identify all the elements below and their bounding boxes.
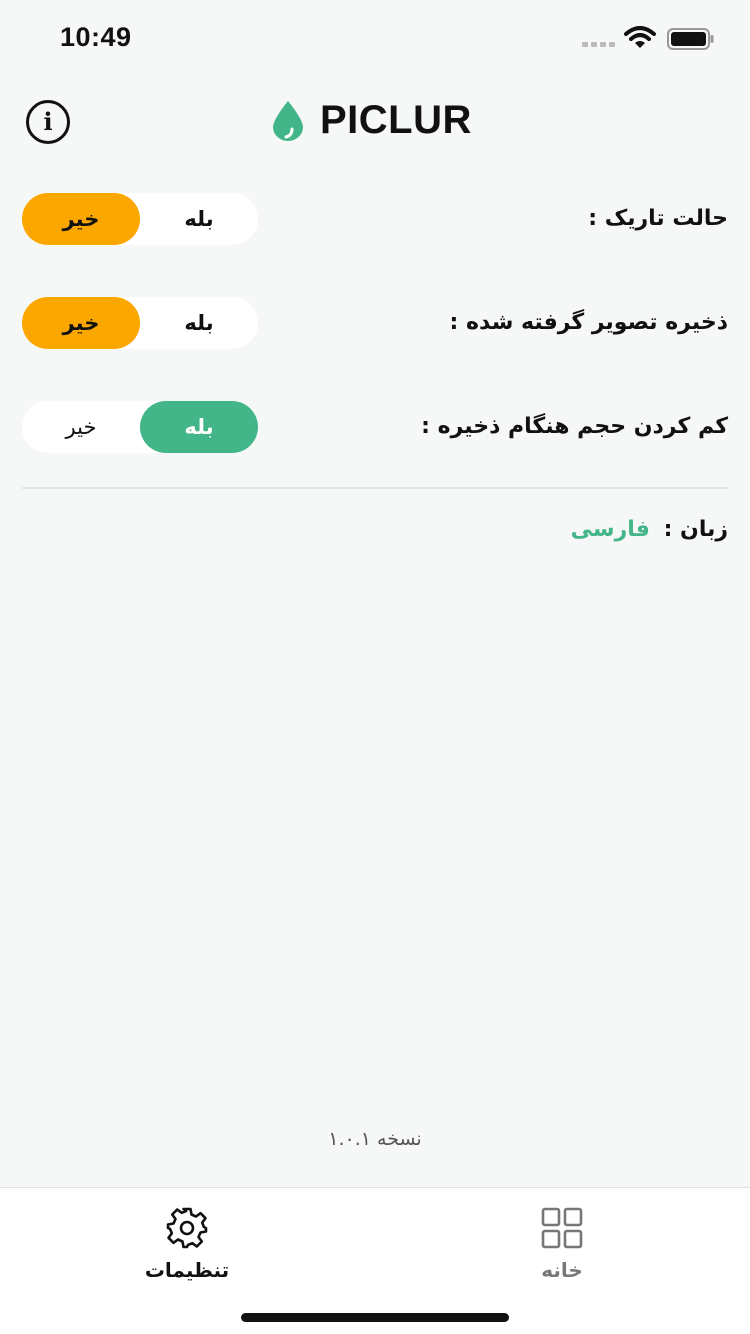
dark-mode-no-option[interactable]: خیر	[22, 193, 140, 245]
battery-icon	[667, 28, 714, 50]
reduce-size-toggle: خیر بله	[22, 401, 258, 453]
status-bar: 10:49	[0, 0, 750, 80]
wifi-icon	[624, 26, 656, 48]
reduce-size-no-option[interactable]: خیر	[22, 401, 140, 453]
app-name: PICLUR	[320, 98, 472, 142]
signal-icon	[582, 42, 615, 47]
tab-home[interactable]: خانه	[462, 1188, 662, 1298]
save-image-label: ذخیره تصویر گرفته شده :	[449, 310, 728, 335]
language-label: زبان :	[663, 517, 728, 542]
home-indicator	[241, 1313, 509, 1322]
app-version: نسخه ۱.۰.۱	[328, 1128, 422, 1150]
gear-icon	[166, 1207, 208, 1249]
setting-dark-mode: حالت تاریک : خیر بله	[22, 193, 728, 245]
app-logo: PICLUR	[270, 98, 472, 143]
tab-settings[interactable]: تنظیمات	[87, 1188, 287, 1298]
dark-mode-yes-option[interactable]: بله	[140, 193, 258, 245]
tab-settings-label: تنظیمات	[144, 1258, 230, 1282]
save-image-toggle: خیر بله	[22, 297, 258, 349]
setting-reduce-size: کم کردن حجم هنگام ذخیره : خیر بله	[22, 401, 728, 453]
dark-mode-toggle: خیر بله	[22, 193, 258, 245]
reduce-size-label: کم کردن حجم هنگام ذخیره :	[421, 414, 728, 439]
save-image-no-option[interactable]: خیر	[22, 297, 140, 349]
status-time: 10:49	[60, 22, 132, 52]
info-button[interactable]: i	[26, 100, 70, 144]
save-image-yes-option[interactable]: بله	[140, 297, 258, 349]
reduce-size-yes-option[interactable]: بله	[140, 401, 258, 453]
tab-bar: تنظیمات خانه	[0, 1187, 750, 1334]
water-drop-icon	[273, 100, 303, 141]
info-icon: i	[43, 107, 53, 136]
tab-home-label: خانه	[541, 1258, 583, 1282]
grid-icon	[541, 1207, 583, 1249]
dark-mode-label: حالت تاریک :	[588, 206, 728, 231]
setting-save-image: ذخیره تصویر گرفته شده : خیر بله	[22, 297, 728, 349]
divider	[22, 487, 728, 489]
language-value[interactable]: فارسی	[571, 517, 650, 542]
settings-screen: 10:49 i PICLUR حالت تاریک : خیر بله ذخیر…	[0, 0, 750, 1334]
language-setting: زبان : فارسی	[571, 510, 728, 550]
